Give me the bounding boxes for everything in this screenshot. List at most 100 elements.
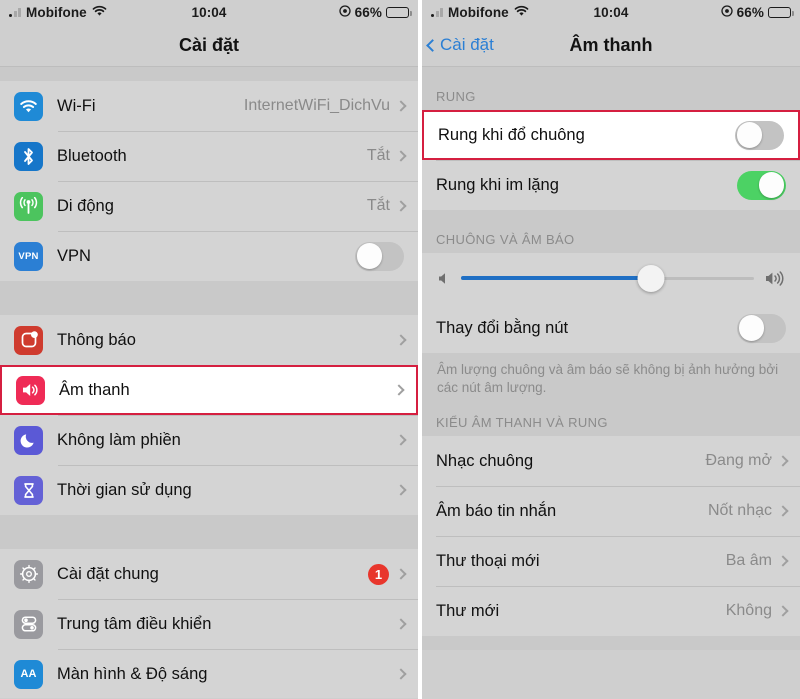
- cellular-signal-icon: [431, 7, 443, 17]
- settings-row-wifi[interactable]: Wi-Fi InternetWiFi_DichVu: [0, 81, 418, 131]
- vibrate-on-ring-toggle[interactable]: [735, 120, 784, 150]
- nav-bar-settings: Cài đặt: [0, 24, 418, 67]
- change-with-buttons-toggle[interactable]: [737, 313, 786, 343]
- toggle-row-label: Rung khi đổ chuông: [438, 125, 585, 144]
- display-brightness-icon: AA: [14, 659, 43, 689]
- phone-screen-settings: Mobifone 10:04 66% Cài đặt Wi-Fi Interne…: [0, 0, 418, 699]
- back-button[interactable]: Cài đặt: [426, 35, 494, 55]
- sound-row-ringtone[interactable]: Nhạc chuông Đang mở: [422, 436, 800, 487]
- chevron-right-icon: [395, 668, 407, 680]
- settings-row-general[interactable]: Cài đặt chung 1: [0, 549, 418, 599]
- section-header-vibrate: RUNG: [422, 67, 800, 110]
- ringer-volume-slider[interactable]: [461, 263, 754, 293]
- settings-row-label: Trung tâm điều khiển: [57, 614, 212, 633]
- cellular-signal-icon: [9, 7, 21, 17]
- settings-row-control-center[interactable]: Trung tâm điều khiển: [0, 599, 418, 649]
- sounds-list[interactable]: RUNG Rung khi đổ chuông Rung khi im lặng…: [422, 67, 800, 698]
- sound-row-label: Âm báo tin nhắn: [436, 501, 557, 520]
- settings-row-label: Di động: [57, 196, 114, 215]
- settings-list[interactable]: Wi-Fi InternetWiFi_DichVu Bluetooth Tắt: [0, 67, 418, 698]
- settings-row-notifications[interactable]: Thông báo: [0, 315, 418, 365]
- sound-row-label: Nhạc chuông: [436, 451, 534, 470]
- settings-row-display-brightness[interactable]: AA Màn hình & Độ sáng: [0, 649, 418, 698]
- sound-row-value: Ba âm: [725, 552, 772, 570]
- settings-row-label: Bluetooth: [57, 146, 127, 165]
- sound-row-text-tone[interactable]: Âm báo tin nhắn Nốt nhạc: [422, 486, 800, 537]
- hourglass-icon: [14, 475, 43, 505]
- settings-row-label: Âm thanh: [59, 380, 130, 399]
- section-header-ringer: CHUÔNG VÀ ÂM BÁO: [422, 210, 800, 253]
- cellular-icon: [14, 191, 43, 221]
- status-bar-right: Mobifone 10:04 66%: [422, 0, 800, 24]
- settings-row-label: VPN: [57, 246, 91, 265]
- settings-group-alerts: Thông báo Âm thanh Không làm phiền Thời …: [0, 315, 418, 515]
- sound-row-value: Đang mở: [705, 452, 772, 470]
- settings-row-label: Thông báo: [57, 330, 136, 349]
- toggle-row-label: Thay đổi bằng nút: [436, 318, 569, 337]
- wifi-icon: [92, 5, 107, 20]
- settings-row-cellular[interactable]: Di động Tắt: [0, 181, 418, 231]
- chevron-right-icon: [777, 605, 789, 618]
- gear-icon: [14, 559, 43, 589]
- settings-row-do-not-disturb[interactable]: Không làm phiền: [0, 415, 418, 465]
- toggle-row-vibrate-on-ring[interactable]: Rung khi đổ chuông: [422, 110, 800, 160]
- status-bar-left: Mobifone 10:04 66%: [0, 0, 418, 24]
- moon-icon: [14, 425, 43, 455]
- settings-row-screen-time[interactable]: Thời gian sử dụng: [0, 465, 418, 515]
- settings-group-connectivity: Wi-Fi InternetWiFi_DichVu Bluetooth Tắt: [0, 81, 418, 281]
- settings-row-label: Wi-Fi: [57, 96, 96, 115]
- chevron-right-icon: [777, 555, 789, 568]
- carrier-label: Mobifone: [26, 4, 87, 20]
- nav-bar-sounds: Cài đặt Âm thanh: [422, 24, 800, 67]
- group-spacer: [0, 281, 418, 315]
- battery-percent-label: 66%: [736, 4, 764, 20]
- settings-row-label: Không làm phiền: [57, 430, 181, 449]
- sound-row-value: Nốt nhạc: [707, 502, 772, 520]
- chevron-right-icon: [395, 484, 407, 496]
- toggle-row-change-with-buttons[interactable]: Thay đổi bằng nút: [422, 303, 800, 353]
- carrier-label: Mobifone: [448, 4, 509, 20]
- chevron-right-icon: [395, 568, 407, 580]
- ringer-volume-row[interactable]: [422, 253, 800, 303]
- location-services-icon: [339, 4, 351, 20]
- sound-row-new-mail[interactable]: Thư mới Không: [422, 586, 800, 637]
- back-button-label: Cài đặt: [440, 35, 494, 54]
- page-title: Cài đặt: [178, 34, 239, 55]
- battery-icon: [768, 6, 794, 18]
- settings-group-system: Cài đặt chung 1 Trung tâm điều khiển AA …: [0, 549, 418, 698]
- chevron-right-icon: [777, 455, 789, 468]
- toggle-row-vibrate-on-silent[interactable]: Rung khi im lặng: [422, 160, 800, 210]
- clock-label: 10:04: [191, 4, 227, 20]
- vibrate-group: Rung khi đổ chuông Rung khi im lặng: [422, 110, 800, 210]
- settings-row-vpn[interactable]: VPN VPN: [0, 231, 418, 281]
- chevron-right-icon: [395, 100, 407, 112]
- speaker-high-icon: [764, 270, 786, 287]
- chevron-right-icon: [395, 150, 407, 162]
- list-bottom-spacer: [422, 636, 800, 651]
- clock-label: 10:04: [593, 4, 629, 20]
- chevron-right-icon: [393, 384, 405, 396]
- battery-icon: [386, 6, 412, 18]
- chevron-right-icon: [777, 505, 789, 518]
- battery-percent-label: 66%: [354, 4, 382, 20]
- settings-row-sounds[interactable]: Âm thanh: [0, 365, 418, 415]
- settings-row-bluetooth[interactable]: Bluetooth Tắt: [0, 131, 418, 181]
- speaker-low-icon: [436, 271, 451, 286]
- settings-row-label: Màn hình & Độ sáng: [57, 664, 208, 683]
- sound-row-label: Thư thoại mới: [436, 551, 540, 570]
- location-services-icon: [721, 4, 733, 20]
- wifi-icon: [514, 5, 529, 20]
- section-footer-ringer: Âm lượng chuông và âm báo sẽ không bị ản…: [422, 353, 800, 400]
- vpn-toggle[interactable]: [355, 241, 404, 271]
- wifi-icon: [14, 91, 43, 121]
- sound-row-value: Không: [725, 602, 772, 620]
- status-badge: 1: [368, 563, 389, 585]
- chevron-right-icon: [395, 334, 407, 346]
- chevron-right-icon: [395, 618, 407, 630]
- settings-row-value: Tắt: [366, 197, 390, 214]
- sound-row-new-voicemail[interactable]: Thư thoại mới Ba âm: [422, 536, 800, 587]
- vibrate-on-silent-toggle[interactable]: [737, 170, 786, 200]
- vpn-icon: VPN: [14, 241, 43, 271]
- chevron-left-icon: [426, 38, 439, 52]
- settings-row-label: Thời gian sử dụng: [57, 480, 192, 499]
